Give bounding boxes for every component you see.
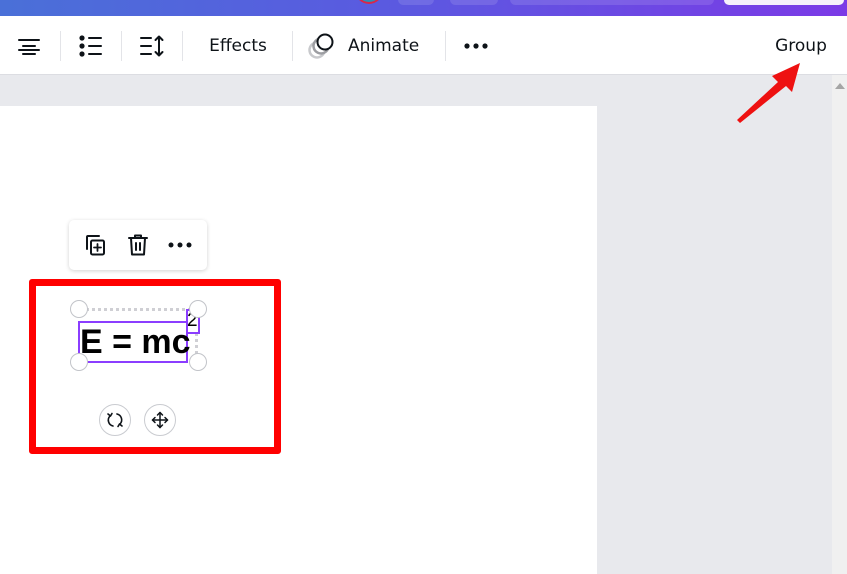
duplicate-button[interactable] — [81, 231, 109, 259]
more-horizontal-icon — [464, 42, 488, 49]
rotate-icon — [107, 412, 123, 428]
element-context-menu — [69, 220, 207, 270]
more-horizontal-icon — [168, 242, 192, 248]
toolbar-divider — [292, 31, 293, 61]
effects-button[interactable]: Effects — [196, 16, 280, 75]
animate-button[interactable]: Animate — [306, 16, 430, 75]
vertical-scrollbar[interactable] — [832, 75, 847, 574]
move-button[interactable] — [144, 404, 176, 436]
resize-handle-top-left[interactable] — [70, 300, 88, 318]
delete-button[interactable] — [124, 231, 152, 259]
rotate-button[interactable] — [99, 404, 131, 436]
editor-toolbar: Effects Animate Group — [0, 16, 847, 75]
resize-handle-bottom-left[interactable] — [70, 353, 88, 371]
spacing-button[interactable] — [133, 16, 171, 75]
animate-label: Animate — [348, 35, 420, 56]
scroll-up-arrow-icon[interactable] — [835, 83, 845, 89]
effects-label: Effects — [209, 35, 267, 56]
trash-icon — [128, 234, 148, 256]
list-button[interactable] — [72, 16, 110, 75]
toolbar-divider — [121, 31, 122, 61]
bulleted-list-icon — [79, 34, 102, 57]
toolbar-divider — [60, 31, 61, 61]
group-label: Group — [775, 35, 827, 56]
toolbar-divider — [182, 31, 183, 61]
animate-icon — [308, 33, 334, 59]
line-spacing-icon — [140, 35, 164, 56]
duplicate-icon — [86, 235, 105, 256]
header-button[interactable] — [450, 0, 498, 5]
user-avatar[interactable] — [355, 0, 383, 4]
resize-handle-bottom-right[interactable] — [189, 353, 207, 371]
header-button[interactable] — [510, 0, 714, 5]
share-button[interactable] — [724, 0, 844, 5]
resize-handle-top-right[interactable] — [189, 300, 207, 318]
align-center-icon — [18, 38, 40, 55]
more-options-button[interactable] — [458, 16, 494, 75]
annotation-arrow-icon — [737, 63, 800, 123]
more-button[interactable] — [166, 231, 194, 259]
toolbar-divider — [445, 31, 446, 61]
equation-text[interactable]: E = mc — [80, 322, 191, 362]
app-header — [0, 0, 847, 16]
header-button[interactable] — [398, 0, 434, 5]
align-button[interactable] — [10, 16, 48, 75]
move-icon — [151, 411, 169, 429]
